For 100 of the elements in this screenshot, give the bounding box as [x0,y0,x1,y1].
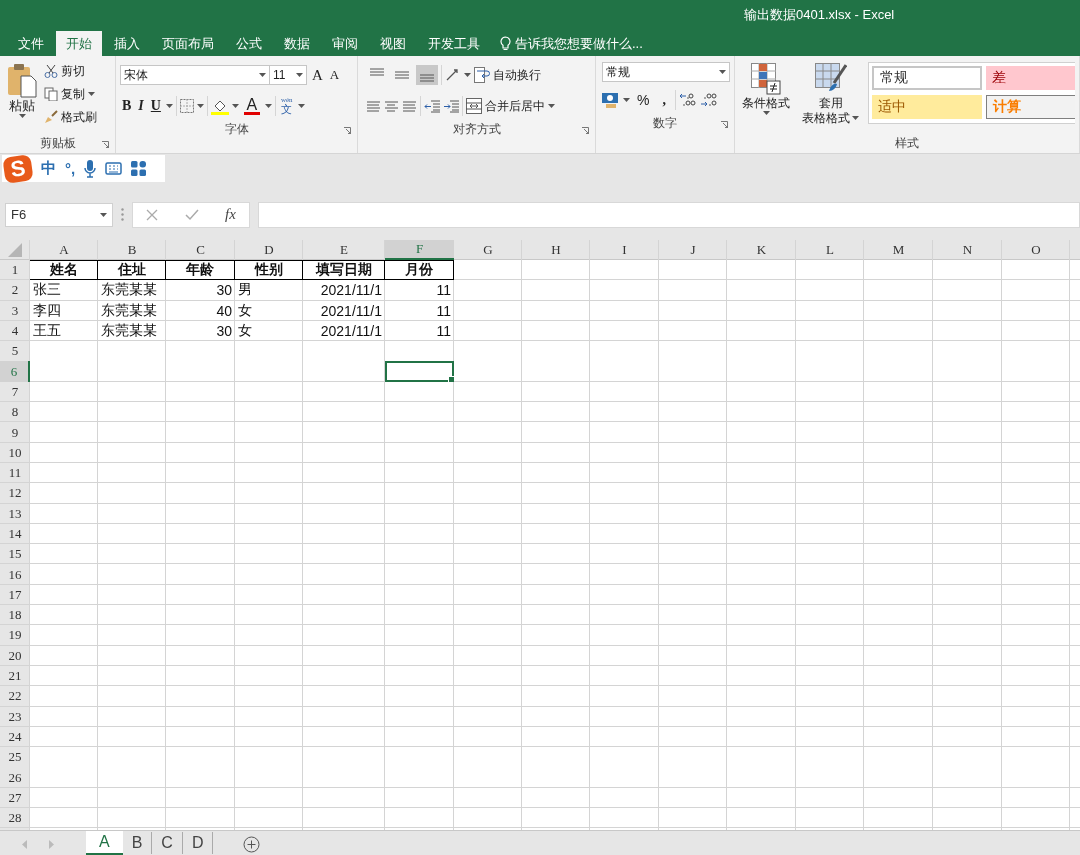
ribbon-button[interactable]: 格式刷 [44,106,97,128]
caret-icon[interactable] [762,111,770,115]
column-header[interactable]: M [864,240,933,260]
row-header[interactable]: 4 [0,320,30,342]
column-header[interactable]: J [659,240,727,260]
row-header[interactable]: 17 [0,584,30,606]
comma-button[interactable]: , [656,92,672,108]
grow-font-button[interactable]: A [310,65,325,85]
launcher-icon[interactable] [721,121,728,128]
row-header[interactable]: 22 [0,686,30,707]
caret-icon[interactable] [548,104,555,108]
conditional-format-button[interactable]: 条件格式 [739,60,793,133]
caret-icon[interactable] [165,104,173,108]
launcher-icon[interactable] [102,141,109,148]
underline-button[interactable]: U [148,97,163,115]
tell-me-search[interactable]: 告诉我您想要做什么... [515,34,643,53]
column-header[interactable]: O [1002,240,1070,260]
formula-field[interactable] [258,201,1080,228]
ribbon-tab[interactable]: 视图 [370,31,416,56]
row-header[interactable]: 2 [0,280,30,301]
ribbon-tab[interactable]: 审阅 [322,31,368,56]
paste-button[interactable]: 粘贴 [4,60,40,133]
row-header[interactable]: 16 [0,564,30,585]
ribbon-button[interactable]: 自动换行 [474,64,541,86]
caret-icon[interactable] [231,104,239,108]
caret-icon[interactable] [297,104,305,108]
row-header[interactable]: 7 [0,381,30,403]
borders-icon[interactable] [179,99,194,113]
ribbon-button[interactable]: 剪切 [44,60,97,82]
active-cell[interactable] [385,361,454,382]
column-header[interactable]: K [727,240,796,260]
decrease-indent-icon[interactable] [424,99,440,113]
row-header[interactable]: 11 [0,462,30,484]
caret-icon[interactable] [296,73,303,77]
sheet-tab[interactable]: D [182,832,214,854]
row-header[interactable]: 21 [0,665,30,687]
cell-style-item[interactable]: 常规 [872,66,982,90]
ribbon-tab[interactable]: 数据 [274,31,320,56]
column-header[interactable]: F [385,240,454,260]
ribbon-tab[interactable]: 插入 [104,31,150,56]
grid-menu-icon[interactable] [131,161,147,176]
shrink-font-button[interactable]: A [327,66,342,84]
row-header[interactable]: 5 [0,341,30,362]
ribbon-tab[interactable]: 开发工具 [418,31,490,56]
row-header[interactable]: 23 [0,706,30,727]
font-size-field[interactable]: 11 [269,65,307,85]
font-color-button[interactable]: A [241,97,262,115]
sheet-tab[interactable]: A [86,831,123,855]
row-header[interactable]: 14 [0,523,30,545]
caret-icon[interactable] [852,116,859,120]
caret-icon[interactable] [18,114,26,118]
cell-style-item[interactable]: 适中 [872,95,982,119]
insert-function-button[interactable]: fx [224,206,236,223]
column-header[interactable]: A [30,240,98,260]
launcher-icon[interactable] [344,127,351,134]
row-header[interactable]: 28 [0,808,30,829]
decrease-decimal-icon[interactable] [699,92,718,108]
ime-button[interactable]: °, [65,160,76,177]
caret-icon[interactable] [464,73,471,77]
row-header[interactable]: 25 [0,747,30,768]
ribbon-button[interactable]: 合并后居中 [466,95,555,117]
caret-icon[interactable] [264,104,272,108]
increase-decimal-icon[interactable] [678,92,697,108]
caret-icon[interactable] [719,70,726,74]
row-header[interactable]: 24 [0,726,30,748]
row-header[interactable]: 27 [0,787,30,808]
column-header[interactable]: H [522,240,590,260]
bold-button[interactable]: B [120,97,134,115]
microphone-icon[interactable] [84,159,97,178]
column-header[interactable]: N [933,240,1002,260]
ribbon-tab[interactable]: 公式 [226,31,272,56]
percent-button[interactable]: % [633,92,654,108]
cell-style-item[interactable]: 差 [986,66,1075,90]
row-header[interactable]: 9 [0,422,30,443]
caret-icon[interactable] [100,212,107,217]
ribbon-tab[interactable]: 页面布局 [152,31,224,56]
column-header[interactable]: B [98,240,166,260]
row-header[interactable]: 10 [0,442,30,463]
ime-button[interactable]: 中 [41,159,56,178]
caret-icon[interactable] [259,73,266,77]
column-header[interactable]: I [590,240,659,260]
ribbon-tab[interactable]: 开始 [56,31,102,56]
add-sheet-icon[interactable] [243,836,261,853]
caret-icon[interactable] [88,92,95,96]
increase-indent-icon[interactable] [443,99,459,113]
number-format-field[interactable]: 常规 [602,62,730,82]
column-header[interactable]: D [235,240,303,260]
row-header[interactable]: 3 [0,300,30,321]
lightbulb-icon[interactable] [500,36,511,51]
row-header[interactable]: 6 [0,361,30,382]
ribbon-button[interactable]: 复制 [44,83,97,105]
row-header[interactable]: 1 [0,260,30,281]
name-box[interactable]: F6 [5,202,113,227]
row-header[interactable]: 15 [0,544,30,565]
column-header[interactable]: C [166,240,235,260]
italic-button[interactable]: I [136,97,146,115]
orientation-icon[interactable] [445,68,461,82]
row-header[interactable]: 8 [0,402,30,423]
ribbon-tab[interactable]: 文件 [8,31,54,56]
sheet-tab[interactable]: C [152,832,183,854]
